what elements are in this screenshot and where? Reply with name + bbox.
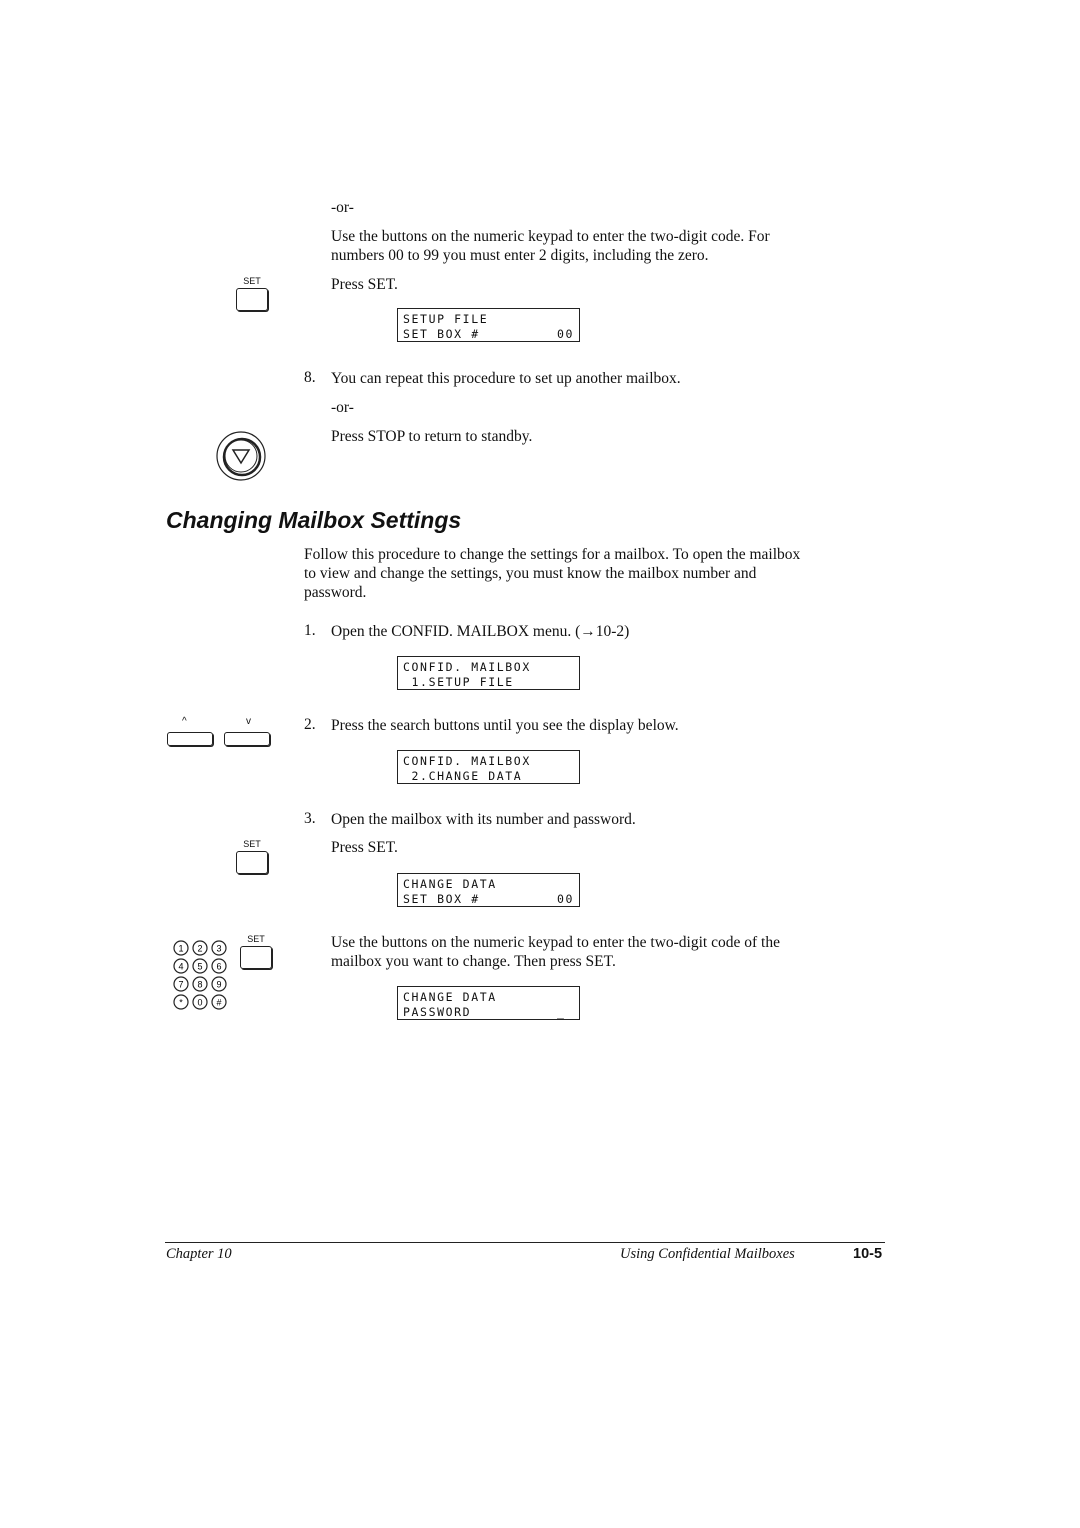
svg-text:1: 1: [178, 944, 183, 954]
svg-text:3: 3: [216, 944, 221, 954]
press-set-text: Press SET.: [331, 839, 398, 856]
search-down-button-icon: [224, 732, 270, 746]
stop-button-icon: [216, 431, 266, 481]
step-number: 2.: [304, 716, 316, 733]
set-key-icon: [240, 946, 272, 969]
lcd-line: 1.SETUP FILE: [403, 675, 514, 689]
lcd-value: 00: [556, 327, 574, 341]
step-number: 1.: [304, 622, 316, 639]
footer-rule: [165, 1242, 885, 1243]
or-text: -or-: [331, 399, 354, 416]
section-heading: Changing Mailbox Settings: [166, 507, 462, 533]
svg-text:9: 9: [216, 980, 221, 990]
keypad-key-icon: 3: [211, 940, 227, 956]
lcd-line: SETUP FILE: [403, 312, 489, 326]
paragraph-line: mailbox you want to change. Then press S…: [331, 953, 616, 970]
step-text: Open the CONFID. MAILBOX menu. (→10-2): [331, 623, 630, 640]
press-stop-text: Press STOP to return to standby.: [331, 428, 533, 445]
paragraph-line: Use the buttons on the numeric keypad to…: [331, 934, 780, 951]
lcd-line: CHANGE DATA: [403, 877, 497, 891]
lcd-display: CHANGE DATA SET BOX # 00: [397, 873, 580, 907]
lcd-display: CONFID. MAILBOX 2.CHANGE DATA: [397, 750, 580, 784]
lcd-cursor: _: [556, 1005, 574, 1019]
set-label: SET: [247, 934, 265, 944]
lcd-line: PASSWORD: [403, 1005, 472, 1019]
svg-text:7: 7: [178, 980, 183, 990]
footer-chapter: Chapter 10: [166, 1246, 232, 1262]
lcd-display: CONFID. MAILBOX 1.SETUP FILE: [397, 656, 580, 690]
page-number: 10-5: [853, 1246, 883, 1262]
or-text: -or-: [331, 199, 354, 216]
keypad-key-icon: 9: [211, 976, 227, 992]
keypad-key-icon: #: [211, 994, 227, 1010]
lcd-value: 00: [556, 892, 574, 906]
step-number: 3.: [304, 810, 316, 827]
lcd-line: SET BOX #: [403, 327, 480, 341]
step-text: You can repeat this procedure to set up …: [331, 370, 681, 387]
lcd-display: SETUP FILE SET BOX # 00: [397, 308, 580, 342]
step-number: 8.: [304, 369, 316, 386]
keypad-key-icon: 7: [173, 976, 189, 992]
set-button-illustration: SET: [235, 839, 269, 875]
keypad-key-icon: 2: [192, 940, 208, 956]
lcd-display: CHANGE DATA PASSWORD _: [397, 986, 580, 1020]
paragraph-line: Use the buttons on the numeric keypad to…: [331, 228, 770, 245]
keypad-key-icon: 4: [173, 958, 189, 974]
keypad-key-icon: 5: [192, 958, 208, 974]
step-text: Open the mailbox with its number and pas…: [331, 811, 636, 828]
paragraph-line: password.: [304, 584, 367, 601]
step-text: Press the search buttons until you see t…: [331, 717, 679, 734]
manual-page: -or- Use the buttons on the numeric keyp…: [0, 0, 1080, 1528]
svg-text:*: *: [179, 998, 183, 1008]
lcd-line: CONFID. MAILBOX: [403, 754, 531, 768]
set-button-illustration: SET: [235, 276, 269, 312]
svg-text:6: 6: [216, 962, 221, 972]
press-set-text: Press SET.: [331, 276, 398, 293]
svg-text:2: 2: [197, 944, 202, 954]
svg-text:8: 8: [197, 980, 202, 990]
search-down-label: v: [246, 716, 251, 727]
lcd-line: 2.CHANGE DATA: [403, 769, 523, 783]
numeric-keypad-icon: 1 2 3 4 5 6 7 8 9 * 0 #: [173, 940, 227, 1010]
set-label: SET: [243, 839, 261, 849]
svg-text:5: 5: [197, 962, 202, 972]
keypad-key-icon: 1: [173, 940, 189, 956]
footer-title: Using Confidential Mailboxes: [620, 1246, 795, 1262]
keypad-key-icon: 0: [192, 994, 208, 1010]
svg-text:#: #: [216, 998, 221, 1008]
search-up-label: ^: [182, 716, 187, 727]
svg-text:4: 4: [178, 962, 183, 972]
set-key-icon: [236, 288, 268, 311]
keypad-key-icon: 8: [192, 976, 208, 992]
set-button-illustration: SET: [239, 934, 273, 970]
search-up-button-icon: [167, 732, 213, 746]
keypad-key-icon: *: [173, 994, 189, 1010]
lcd-line: SET BOX #: [403, 892, 480, 906]
paragraph-line: to view and change the settings, you mus…: [304, 565, 757, 582]
lcd-line: CHANGE DATA: [403, 990, 497, 1004]
lcd-line: CONFID. MAILBOX: [403, 660, 531, 674]
set-label: SET: [243, 276, 261, 286]
set-key-icon: [236, 851, 268, 874]
paragraph-line: Follow this procedure to change the sett…: [304, 546, 801, 563]
svg-text:0: 0: [197, 998, 202, 1008]
paragraph-line: numbers 00 to 99 you must enter 2 digits…: [331, 247, 709, 264]
keypad-key-icon: 6: [211, 958, 227, 974]
